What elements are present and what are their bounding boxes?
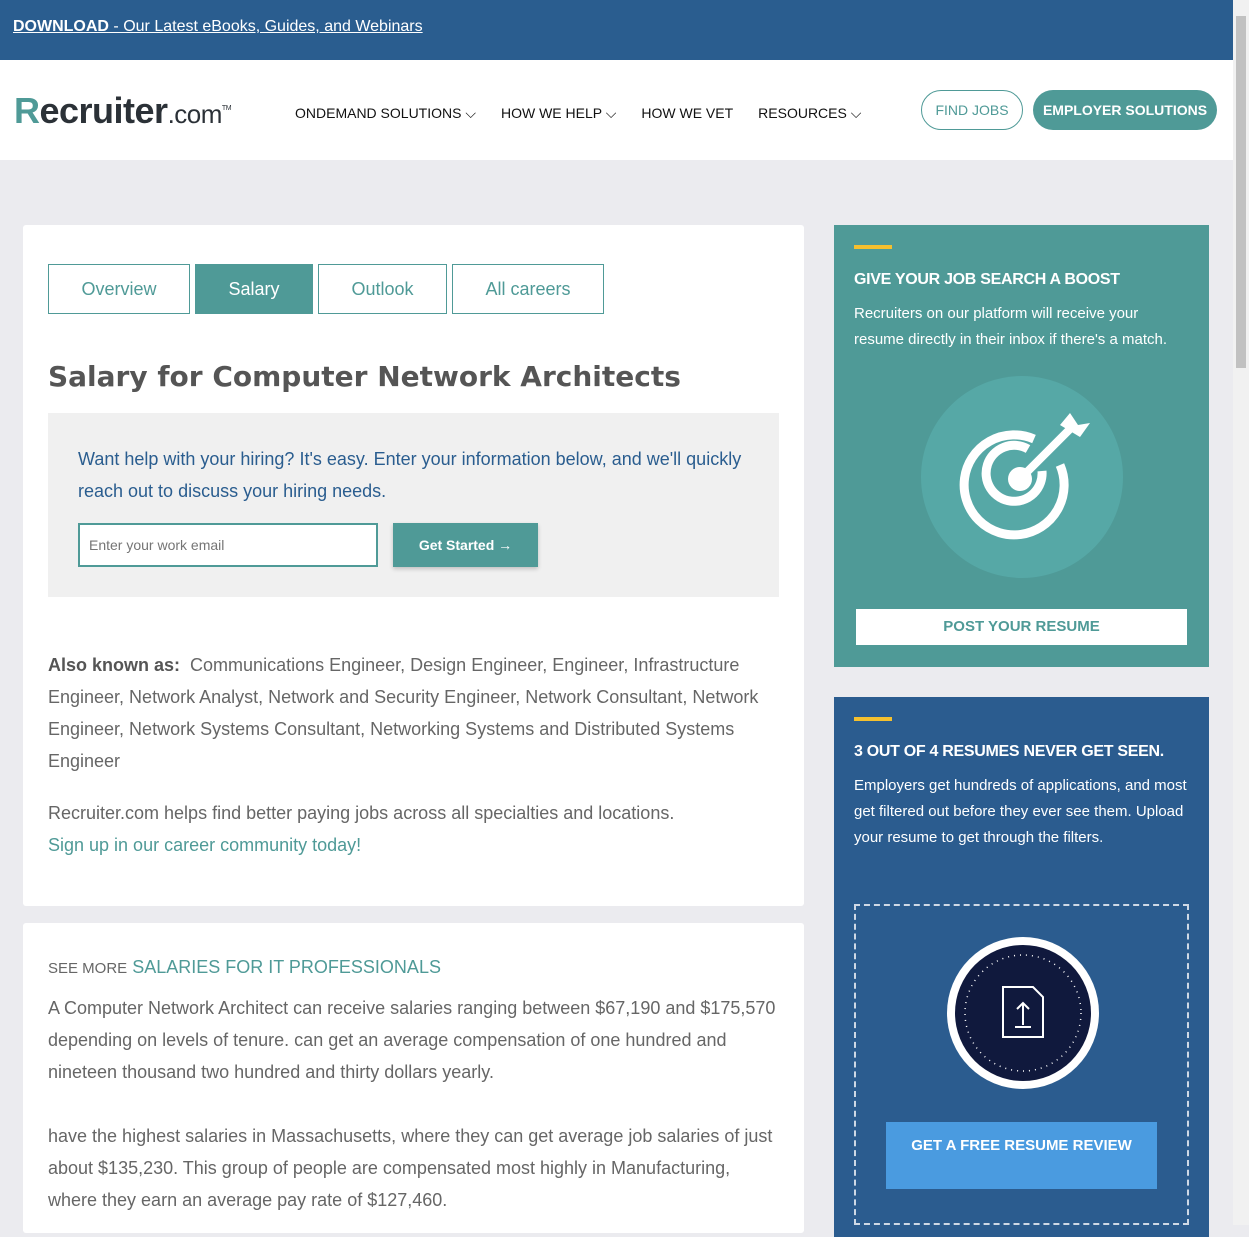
get-started-button[interactable]: Get Started → <box>393 523 538 567</box>
logo[interactable]: Recruiter.comTM <box>14 90 232 132</box>
post-resume-button[interactable]: POST YOUR RESUME <box>856 609 1187 645</box>
accent-bar <box>854 717 892 721</box>
salaries-card: SEE MORE SALARIES FOR IT PROFESSIONALS A… <box>23 923 804 1233</box>
download-label: DOWNLOAD <box>13 18 109 35</box>
tab-overview[interactable]: Overview <box>48 264 190 314</box>
main-nav: ONDEMAND SOLUTIONS ⌵ HOW WE HELP ⌵ HOW W… <box>295 105 861 122</box>
scrollbar[interactable] <box>1233 0 1249 1225</box>
site-header: Recruiter.comTM ONDEMAND SOLUTIONS ⌵ HOW… <box>0 60 1233 160</box>
find-jobs-button[interactable]: FIND JOBS <box>921 90 1023 130</box>
resume-card: 3 OUT OF 4 RESUMES NEVER GET SEEN. Emplo… <box>834 697 1209 1237</box>
hiring-form: Want help with your hiring? It's easy. E… <box>48 413 779 597</box>
salary-card: Overview Salary Outlook All careers Sala… <box>23 225 804 906</box>
signup-link[interactable]: Sign up in our career community today! <box>48 835 361 855</box>
resume-text: Employers get hundreds of applications, … <box>854 777 1187 846</box>
tab-all-careers[interactable]: All careers <box>452 264 604 314</box>
resume-title: 3 OUT OF 4 RESUMES NEVER GET SEEN. <box>854 743 1164 760</box>
download-link[interactable]: DOWNLOAD - Our Latest eBooks, Guides, an… <box>13 18 423 35</box>
upload-dropzone[interactable]: GET A FREE RESUME REVIEW <box>854 904 1189 1225</box>
arrow-right-icon: → <box>498 537 513 553</box>
boost-title: GIVE YOUR JOB SEARCH A BOOST <box>854 271 1120 288</box>
nav-how-we-help[interactable]: HOW WE HELP ⌵ <box>501 105 616 122</box>
boost-card: GIVE YOUR JOB SEARCH A BOOST Recruiters … <box>834 225 1209 667</box>
see-more-heading[interactable]: SEE MORE SALARIES FOR IT PROFESSIONALS <box>48 957 441 978</box>
target-icon <box>921 376 1123 578</box>
salary-paragraph-1: A Computer Network Architect can receive… <box>48 998 776 1082</box>
nav-ondemand-solutions[interactable]: ONDEMAND SOLUTIONS ⌵ <box>295 105 476 122</box>
upload-file-icon <box>947 937 1099 1089</box>
nav-resources[interactable]: RESOURCES ⌵ <box>758 105 861 122</box>
help-text: Recruiter.com helps find better paying j… <box>48 803 675 855</box>
tab-outlook[interactable]: Outlook <box>318 264 447 314</box>
also-known-as: Also known as: Communications Engineer, … <box>48 655 759 771</box>
nav-how-we-vet[interactable]: HOW WE VET <box>641 105 733 122</box>
boost-text: Recruiters on our platform will receive … <box>854 305 1167 348</box>
promo-bar: DOWNLOAD - Our Latest eBooks, Guides, an… <box>0 0 1233 60</box>
free-resume-review-button[interactable]: GET A FREE RESUME REVIEW <box>886 1122 1157 1189</box>
tab-salary[interactable]: Salary <box>195 264 313 314</box>
accent-bar <box>854 245 892 249</box>
hiring-text: Want help with your hiring? It's easy. E… <box>78 449 742 501</box>
scrollbar-thumb[interactable] <box>1236 16 1246 368</box>
tabs: Overview Salary Outlook All careers <box>48 264 604 314</box>
email-input[interactable] <box>78 523 378 567</box>
salary-paragraph-2: have the highest salaries in Massachuset… <box>48 1126 773 1210</box>
download-text: - Our Latest eBooks, Guides, and Webinar… <box>108 18 423 35</box>
page-title: Salary for Computer Network Architects <box>48 360 681 393</box>
employer-solutions-button[interactable]: EMPLOYER SOLUTIONS <box>1033 90 1217 130</box>
